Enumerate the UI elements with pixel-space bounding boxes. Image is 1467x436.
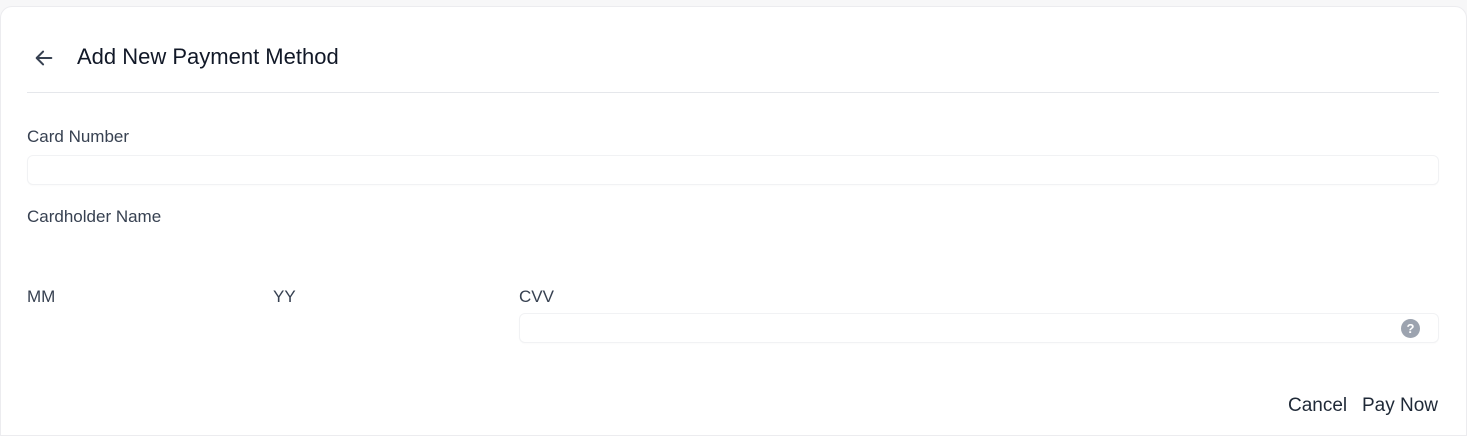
payment-method-card: Add New Payment Method Card Number Cardh… bbox=[0, 6, 1467, 436]
question-circle-icon[interactable]: ? bbox=[1401, 319, 1420, 338]
cvv-input[interactable]: ? bbox=[519, 313, 1439, 343]
cardholder-name-input[interactable] bbox=[27, 235, 1439, 265]
expiry-year-label: YY bbox=[273, 287, 296, 306]
expiry-month-label: MM bbox=[27, 287, 56, 306]
back-button[interactable] bbox=[29, 43, 59, 73]
expiry-year-select[interactable] bbox=[273, 315, 499, 345]
pay-now-button[interactable]: Pay Now bbox=[1362, 393, 1438, 419]
dialog-header: Add New Payment Method bbox=[27, 37, 1439, 93]
arrow-left-icon bbox=[35, 50, 53, 66]
expiry-month-select[interactable] bbox=[27, 315, 253, 345]
page-title: Add New Payment Method bbox=[77, 44, 339, 69]
card-number-label: Card Number bbox=[27, 127, 130, 146]
cardholder-name-label: Cardholder Name bbox=[27, 207, 162, 226]
card-number-input[interactable] bbox=[27, 155, 1439, 185]
cvv-label: CVV bbox=[519, 287, 554, 306]
cancel-button[interactable]: Cancel bbox=[1288, 393, 1347, 419]
